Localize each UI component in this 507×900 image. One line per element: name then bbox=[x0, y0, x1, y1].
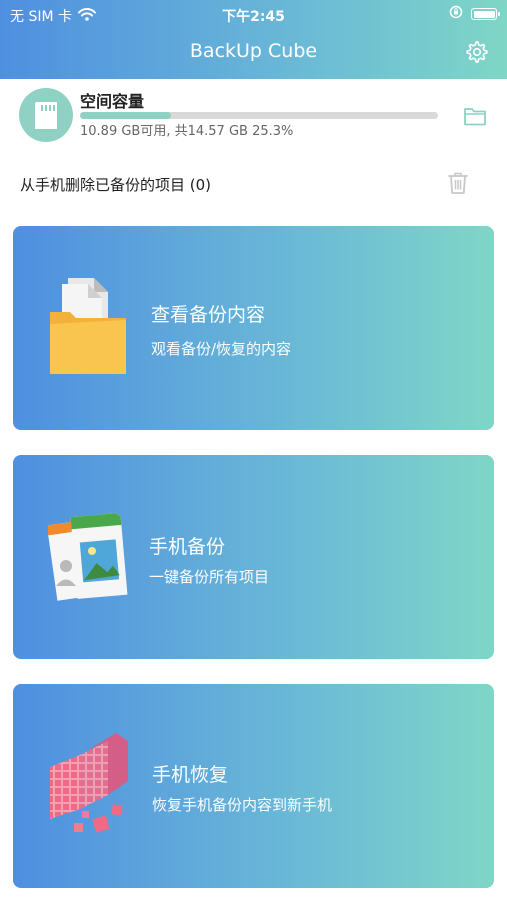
storage-progress-fill bbox=[80, 112, 171, 119]
storage-detail: 10.89 GB可用, 共14.57 GB 25.3% bbox=[80, 124, 294, 139]
storage-section: 空间容量 10.89 GB可用, 共14.57 GB 25.3% bbox=[0, 79, 507, 153]
storage-label: 空间容量 bbox=[80, 92, 145, 111]
status-time: 下午2:45 bbox=[222, 9, 285, 25]
folder-icon[interactable] bbox=[463, 105, 487, 127]
folder-icon bbox=[48, 276, 128, 382]
app-header: 无 SIM 卡 下午2:45 BackUp Cube bbox=[0, 0, 507, 79]
trash-icon[interactable] bbox=[447, 171, 469, 195]
cubes-icon bbox=[46, 731, 146, 845]
storage-progress-bar bbox=[80, 112, 438, 119]
card-title: 查看备份内容 bbox=[151, 304, 266, 326]
card-subtitle: 恢复手机备份内容到新手机 bbox=[152, 796, 333, 814]
settings-gear-icon[interactable] bbox=[465, 40, 489, 64]
view-backup-card[interactable]: 查看备份内容 观看备份/恢复的内容 bbox=[13, 226, 494, 430]
phone-restore-card[interactable]: 手机恢复 恢复手机备份内容到新手机 bbox=[13, 684, 494, 888]
card-subtitle: 观看备份/恢复的内容 bbox=[151, 340, 292, 358]
rotation-lock-icon bbox=[449, 5, 463, 23]
delete-backed-up-label: 从手机删除已备份的项目 (0) bbox=[20, 176, 212, 194]
status-right bbox=[449, 5, 500, 23]
photo-contacts-icon bbox=[46, 511, 128, 609]
card-subtitle: 一键备份所有项目 bbox=[149, 568, 270, 586]
battery-icon bbox=[471, 8, 500, 20]
sd-card-icon bbox=[19, 88, 73, 142]
card-title: 手机恢复 bbox=[152, 764, 229, 786]
status-bar: 无 SIM 卡 下午2:45 bbox=[0, 0, 507, 28]
card-title: 手机备份 bbox=[149, 536, 226, 558]
delete-backed-up-row[interactable]: 从手机删除已备份的项目 (0) bbox=[0, 163, 507, 203]
page-title: BackUp Cube bbox=[189, 40, 318, 62]
phone-backup-card[interactable]: 手机备份 一键备份所有项目 bbox=[13, 455, 494, 659]
